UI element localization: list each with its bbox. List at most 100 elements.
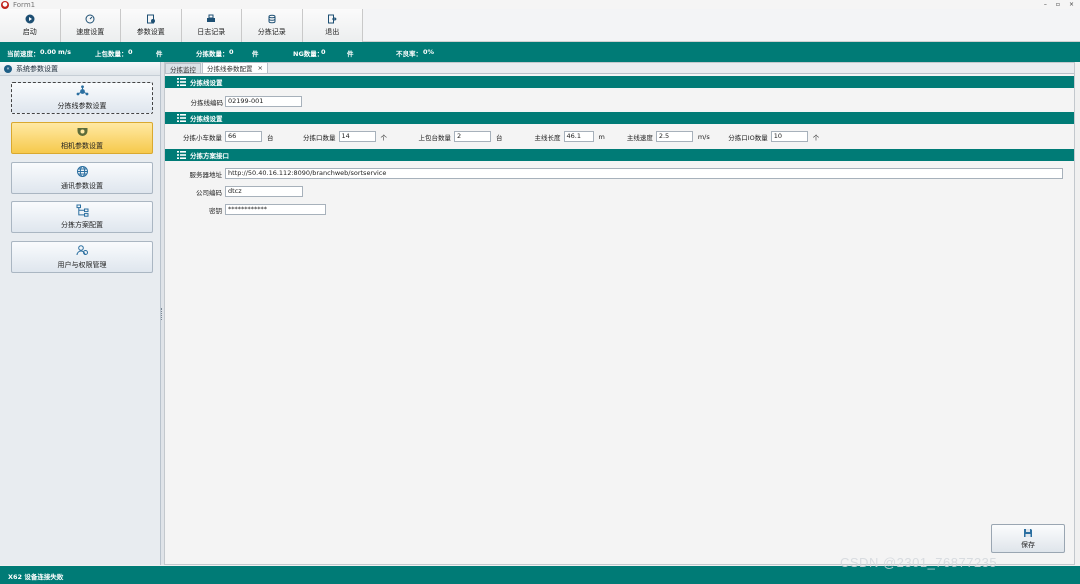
tab-label: 分拣线参数配置	[207, 65, 253, 73]
exit-button[interactable]: 退出	[302, 9, 363, 42]
speed-setting-button[interactable]: 速度设置	[60, 9, 121, 42]
save-label: 保存	[1021, 540, 1035, 549]
exit-count-unit: 个	[380, 133, 388, 142]
section-title: 分拣方案接口	[190, 152, 229, 160]
tab-label: 分拣监控	[170, 65, 196, 74]
sidebar-item-label: 相机参数设置	[61, 142, 103, 150]
uploaded-label: 上包数量：	[95, 50, 128, 58]
start-button[interactable]: 启动	[0, 9, 61, 42]
line-config-row: 分拣小车数量 66 台 分拣口数量 14 个 上包台数量 2 台 主线长度 46…	[165, 131, 819, 142]
sidebar-item-label: 分拣方案配置	[61, 221, 103, 229]
log-record-button[interactable]: 日志记录	[181, 9, 242, 42]
line-speed-input[interactable]: 2.5	[655, 131, 693, 142]
list-icon	[177, 151, 186, 159]
section-line-setting-header: 分拣线设置	[165, 76, 1074, 88]
watermark-text: CSDN @2301_76877235	[840, 555, 998, 570]
ng-label: NG数量：	[293, 50, 324, 58]
speed-setting-label: 速度设置	[76, 28, 105, 36]
sorted-unit: 件	[252, 50, 259, 58]
sidebar-item-label: 用户与权限管理	[57, 261, 107, 269]
minimize-button[interactable]: –	[1044, 0, 1047, 9]
car-count-input[interactable]: 66	[225, 131, 262, 142]
connection-status-message: X62 设备连接失败	[8, 573, 64, 581]
line-speed-label: 主线速度	[626, 133, 653, 142]
tab-close-icon[interactable]: ×	[258, 64, 263, 72]
play-icon	[25, 14, 35, 24]
window-title: Form1	[13, 0, 36, 9]
fail-rate-label: 不良率：	[396, 50, 422, 58]
sorted-label: 分拣数量：	[196, 50, 229, 58]
exit-count-input[interactable]: 14	[338, 131, 376, 142]
title-bar: ● Form1 – ▫ ×	[0, 0, 1080, 9]
key-input[interactable]: ************	[225, 204, 326, 215]
collapse-icon[interactable]: «	[4, 64, 12, 73]
sidebar-item-sort-plan[interactable]: 分拣方案配置	[11, 201, 153, 233]
app-logo-icon: ●	[1, 0, 9, 9]
exit-io-input[interactable]: 10	[770, 131, 808, 142]
tab-line-config[interactable]: 分拣线参数配置 ×	[202, 62, 268, 73]
sort-record-button[interactable]: 分拣记录	[242, 9, 303, 42]
key-label: 密钥	[209, 206, 222, 215]
sidebar-item-label: 分拣线参数设置	[57, 102, 107, 110]
uploaded-value: 0	[128, 48, 133, 56]
speed-unit: m/s	[58, 48, 72, 56]
line-speed-unit: m/s	[697, 132, 710, 141]
sidebar-item-camera-params[interactable]: 相机参数设置	[11, 122, 153, 154]
line-code-label: 分拣线编码	[190, 98, 224, 107]
line-length-input[interactable]: 46.1	[563, 131, 594, 142]
sidebar-item-comm-params[interactable]: 通讯参数设置	[11, 162, 153, 194]
feeder-count-input[interactable]: 2	[454, 131, 491, 142]
sorted-value: 0	[229, 48, 234, 56]
main-content: 分拣监控 分拣线参数配置 × 分拣线设置 分拣线编码 02199-001 分拣线…	[164, 62, 1075, 565]
fail-rate-value: 0%	[423, 48, 435, 56]
tab-sort-monitor[interactable]: 分拣监控	[165, 63, 201, 74]
main-toolbar: 启动 速度设置 参数设置 日志记录 分拣记录 退出	[0, 9, 1080, 42]
sidebar-title: 系统参数设置	[16, 64, 58, 73]
sort-record-label: 分拣记录	[257, 28, 286, 36]
sidebar-header: « 系统参数设置	[0, 62, 160, 76]
printer-icon	[207, 14, 216, 22]
line-length-unit: m	[598, 132, 605, 141]
log-record-label: 日志记录	[197, 28, 226, 36]
settings-icon	[146, 14, 155, 24]
sidebar: « 系统参数设置 分拣线参数设置 相机参数设置 通讯参数设置 分拣方案配置 用户…	[0, 62, 161, 565]
car-count-label: 分拣小车数量	[183, 133, 222, 142]
sidebar-item-line-params[interactable]: 分拣线参数设置	[11, 82, 153, 114]
section-title: 分拣线设置	[190, 79, 223, 87]
server-label: 服务器地址	[189, 170, 223, 179]
key-row: 密钥 ************	[165, 204, 326, 215]
company-row: 公司编码 dtcz	[165, 186, 303, 197]
ng-unit: 件	[347, 50, 354, 58]
exit-io-unit: 个	[812, 133, 820, 142]
line-code-row: 分拣线编码 02199-001	[165, 96, 302, 107]
line-code-input[interactable]: 02199-001	[225, 96, 302, 107]
section-title: 分拣线设置	[190, 115, 223, 123]
globe-icon	[76, 166, 88, 177]
sidebar-item-label: 通讯参数设置	[61, 182, 103, 190]
uploaded-unit: 件	[156, 50, 163, 58]
ng-value: 0	[321, 48, 326, 56]
network-hub-icon	[76, 85, 88, 96]
close-button[interactable]: ×	[1069, 0, 1074, 9]
maximize-button[interactable]: ▫	[1056, 0, 1060, 9]
window-controls: – ▫ ×	[1044, 0, 1074, 9]
server-address-input[interactable]: http://50.40.16.112:8090/branchweb/sorts…	[225, 168, 1063, 179]
list-icon	[177, 78, 186, 86]
users-icon	[76, 245, 88, 256]
section-interface-header: 分拣方案接口	[165, 149, 1074, 161]
car-count-unit: 台	[267, 133, 274, 142]
speed-label: 当前速度：	[7, 50, 40, 58]
exit-label: 退出	[325, 28, 340, 36]
company-code-input[interactable]: dtcz	[225, 186, 303, 197]
param-setting-button[interactable]: 参数设置	[121, 9, 182, 42]
status-strip: 当前速度： 0.00 m/s 上包数量： 0 件 分拣数量： 0 件 NG数量：…	[0, 42, 1080, 62]
sidebar-item-user-permissions[interactable]: 用户与权限管理	[11, 241, 153, 273]
tab-strip: 分拣监控 分拣线参数配置 ×	[165, 62, 1074, 74]
server-row: 服务器地址 http://50.40.16.112:8090/branchweb…	[165, 168, 1063, 179]
flowchart-icon	[76, 204, 88, 217]
save-button[interactable]: 保存	[991, 524, 1065, 553]
section-line-config-header: 分拣线设置	[165, 112, 1074, 124]
save-icon	[1024, 528, 1032, 537]
line-length-label: 主线长度	[534, 133, 561, 142]
feeder-count-label: 上包台数量	[418, 133, 452, 142]
